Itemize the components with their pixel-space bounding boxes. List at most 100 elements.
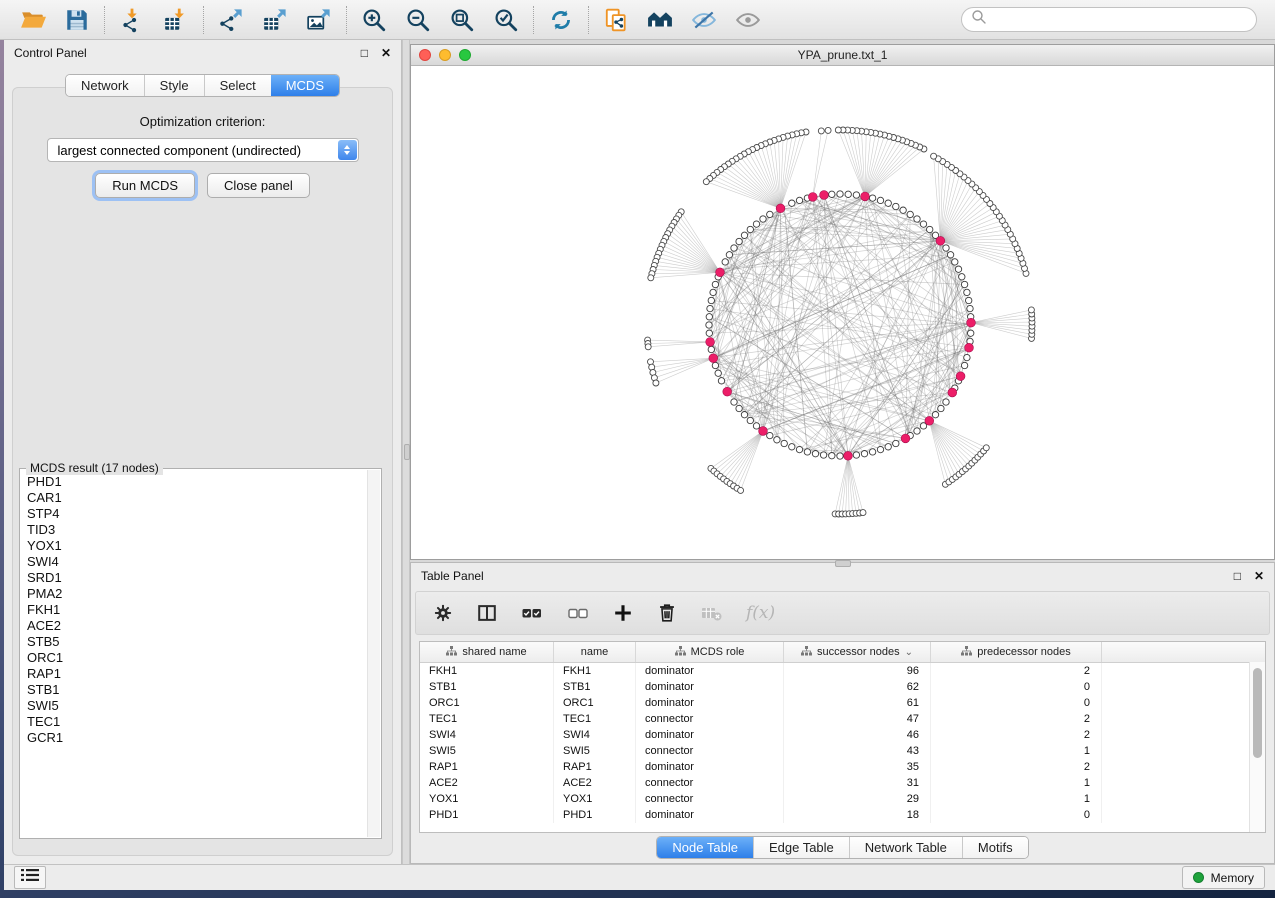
network-canvas[interactable] xyxy=(411,66,1274,560)
mcds-result-item[interactable]: SWI4 xyxy=(27,554,367,570)
mcds-result-item[interactable]: SRD1 xyxy=(27,570,367,586)
maximize-window-icon[interactable] xyxy=(459,49,471,61)
optimization-criterion-dropdown[interactable]: largest connected component (undirected) xyxy=(47,138,359,162)
task-history-button[interactable] xyxy=(14,866,46,889)
close-table-panel-icon[interactable]: ✕ xyxy=(1254,570,1264,582)
export-table-icon[interactable] xyxy=(261,6,289,34)
workspace: YPA_prune.txt_1 Table Panel □ ✕ f(x) sha… xyxy=(410,40,1275,864)
table-row[interactable]: ACE2ACE2connector311 xyxy=(420,775,1265,791)
mcds-result-item[interactable]: RAP1 xyxy=(27,666,367,682)
mcds-result-item[interactable]: STB1 xyxy=(27,682,367,698)
table-row[interactable]: RAP1RAP1dominator352 xyxy=(420,759,1265,775)
network-window-title: YPA_prune.txt_1 xyxy=(411,48,1274,62)
mcds-result-item[interactable]: GCR1 xyxy=(27,730,367,746)
mcds-result-item[interactable]: YOX1 xyxy=(27,538,367,554)
zoom-out-icon[interactable] xyxy=(404,6,432,34)
mcds-result-item[interactable]: PMA2 xyxy=(27,586,367,602)
tab-edge-table[interactable]: Edge Table xyxy=(753,837,849,858)
search-input[interactable] xyxy=(993,12,1247,28)
memory-status-icon xyxy=(1193,872,1204,883)
search-box[interactable] xyxy=(961,7,1257,32)
table-row[interactable]: STB1STB1dominator620 xyxy=(420,679,1265,695)
mcds-result-item[interactable]: TID3 xyxy=(27,522,367,538)
table-scrollbar-thumb[interactable] xyxy=(1253,668,1262,758)
import-table-icon[interactable] xyxy=(162,6,190,34)
control-panel: Control Panel □ ✕ NetworkStyleSelectMCDS… xyxy=(4,40,402,864)
tab-style[interactable]: Style xyxy=(144,75,204,96)
mcds-result-list[interactable]: PHD1CAR1STP4TID3YOX1SWI4SRD1PMA2FKH1ACE2… xyxy=(21,470,367,837)
tab-mcds[interactable]: MCDS xyxy=(271,75,339,96)
column-header-shared-name[interactable]: shared name xyxy=(420,642,554,662)
mcds-result-item[interactable]: FKH1 xyxy=(27,602,367,618)
cell-name: FKH1 xyxy=(554,663,636,679)
mcds-list-scrollbar[interactable] xyxy=(367,470,380,837)
run-mcds-button[interactable]: Run MCDS xyxy=(95,173,195,198)
cell-successor-nodes: 96 xyxy=(784,663,931,679)
show-all-icon[interactable] xyxy=(734,6,762,34)
vertical-splitter[interactable] xyxy=(402,40,410,864)
export-image-icon[interactable] xyxy=(305,6,333,34)
close-window-icon[interactable] xyxy=(419,49,431,61)
tab-network-table[interactable]: Network Table xyxy=(849,837,962,858)
table-row[interactable]: SWI4SWI4dominator462 xyxy=(420,727,1265,743)
open-session-icon[interactable] xyxy=(19,6,47,34)
tab-select[interactable]: Select xyxy=(204,75,271,96)
delete-column-icon[interactable] xyxy=(656,601,678,625)
table-panel: Table Panel □ ✕ f(x) shared namenameMCDS… xyxy=(410,562,1275,864)
table-row[interactable]: FKH1FKH1dominator962 xyxy=(420,663,1265,679)
table-row[interactable]: PHD1PHD1dominator180 xyxy=(420,807,1265,823)
table-scrollbar[interactable] xyxy=(1249,662,1265,832)
export-network-icon[interactable] xyxy=(217,6,245,34)
control-panel-header: Control Panel □ ✕ xyxy=(4,40,401,66)
cell-predecessor-nodes: 1 xyxy=(931,743,1102,759)
zoom-in-icon[interactable] xyxy=(360,6,388,34)
duplicate-network-icon[interactable] xyxy=(602,6,630,34)
column-header-MCDS-role[interactable]: MCDS role xyxy=(636,642,784,662)
add-column-icon[interactable] xyxy=(612,601,634,625)
mcds-result-item[interactable]: SWI5 xyxy=(27,698,367,714)
column-header-predecessor-nodes[interactable]: predecessor nodes xyxy=(931,642,1102,662)
import-network-icon[interactable] xyxy=(118,6,146,34)
mcds-result-item[interactable]: STB5 xyxy=(27,634,367,650)
control-panel-tabbar: NetworkStyleSelectMCDS xyxy=(65,74,340,97)
float-table-panel-icon[interactable]: □ xyxy=(1234,570,1241,582)
table-tabbar: Node TableEdge TableNetwork TableMotifs xyxy=(656,836,1028,859)
cell-predecessor-nodes: 2 xyxy=(931,663,1102,679)
first-neighbors-icon[interactable] xyxy=(646,6,674,34)
mcds-result-item[interactable]: ACE2 xyxy=(27,618,367,634)
mcds-result-item[interactable]: PHD1 xyxy=(27,474,367,490)
column-label: name xyxy=(581,646,609,658)
node-table: shared name name MCDS rolesuccessor nodes⌄… xyxy=(419,641,1266,833)
cell-MCDS-role: dominator xyxy=(636,663,784,679)
minimize-window-icon[interactable] xyxy=(439,49,451,61)
mcds-result-item[interactable]: STP4 xyxy=(27,506,367,522)
close-panel-button[interactable]: Close panel xyxy=(207,173,310,198)
attribute-icon xyxy=(675,646,686,659)
table-row[interactable]: ORC1ORC1dominator610 xyxy=(420,695,1265,711)
tab-motifs[interactable]: Motifs xyxy=(962,837,1028,858)
cell-predecessor-nodes: 2 xyxy=(931,727,1102,743)
save-session-icon[interactable] xyxy=(63,6,91,34)
hide-selected-icon[interactable] xyxy=(690,6,718,34)
settings-icon[interactable] xyxy=(432,601,454,625)
mcds-result-item[interactable]: CAR1 xyxy=(27,490,367,506)
column-header-successor-nodes[interactable]: successor nodes⌄ xyxy=(784,642,931,662)
memory-button[interactable]: Memory xyxy=(1182,866,1265,889)
deselect-all-icon[interactable] xyxy=(566,601,590,625)
mcds-result-item[interactable]: TEC1 xyxy=(27,714,367,730)
table-row[interactable]: TEC1TEC1connector472 xyxy=(420,711,1265,727)
zoom-fit-icon[interactable] xyxy=(448,6,476,34)
zoom-selected-icon[interactable] xyxy=(492,6,520,34)
float-panel-icon[interactable]: □ xyxy=(361,47,368,59)
table-row[interactable]: SWI5SWI5connector431 xyxy=(420,743,1265,759)
tab-network[interactable]: Network xyxy=(66,75,144,96)
horizontal-splitter-handle[interactable] xyxy=(835,560,851,567)
split-view-icon[interactable] xyxy=(476,601,498,625)
column-header-name[interactable]: name xyxy=(554,642,636,662)
close-panel-icon[interactable]: ✕ xyxy=(381,47,391,59)
mcds-result-item[interactable]: ORC1 xyxy=(27,650,367,666)
refresh-icon[interactable] xyxy=(547,6,575,34)
tab-node-table[interactable]: Node Table xyxy=(657,837,753,858)
table-row[interactable]: YOX1YOX1connector291 xyxy=(420,791,1265,807)
select-all-icon[interactable] xyxy=(520,601,544,625)
